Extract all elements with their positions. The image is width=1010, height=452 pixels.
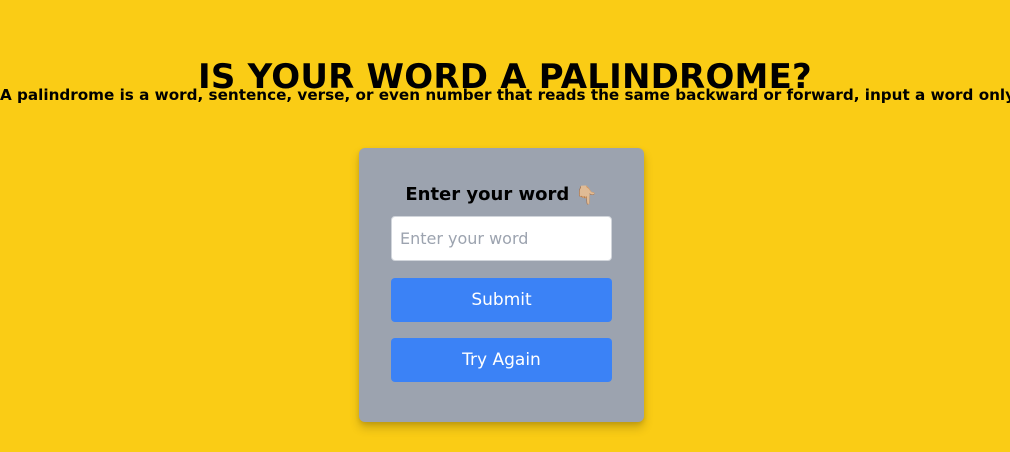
word-label: Enter your word 👇🏼: [359, 182, 644, 209]
palindrome-form-card: Enter your word👇🏼 Submit Try Again: [359, 148, 644, 422]
page-subtitle: A palindrome is a word, sentence, verse,…: [0, 86, 1010, 104]
try-again-button[interactable]: Try Again: [391, 338, 612, 382]
word-label-text: Enter your word: [405, 184, 570, 205]
submit-button[interactable]: Submit: [391, 278, 612, 322]
pointing-down-icon: 👇🏼: [575, 185, 598, 206]
word-input[interactable]: [391, 216, 612, 261]
